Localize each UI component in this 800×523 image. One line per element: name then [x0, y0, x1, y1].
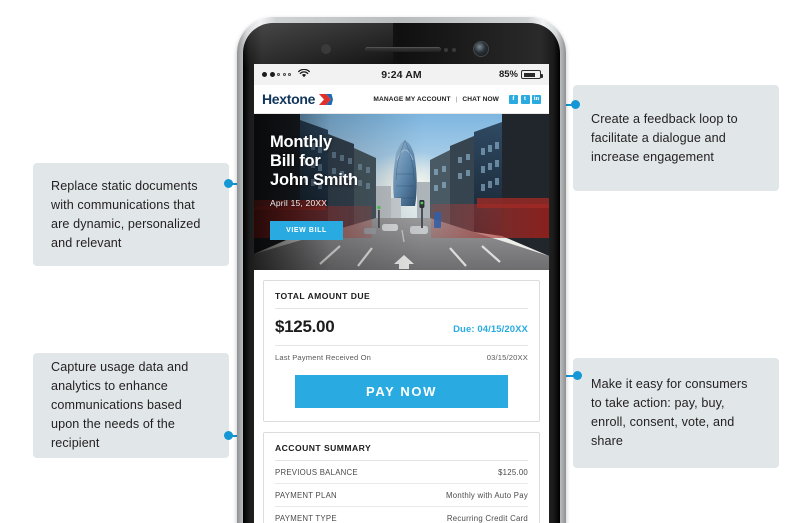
phone-screen: 9:24 AM 85% Hextone MANAGE MY ACCOUNT | …	[254, 64, 549, 523]
connector-dot-top-right	[571, 100, 580, 109]
row-label: PAYMENT TYPE	[275, 513, 337, 523]
nav-manage-my-account[interactable]: MANAGE MY ACCOUNT	[373, 96, 450, 103]
front-camera-icon	[473, 41, 489, 57]
logo-arrow-icon	[318, 93, 334, 106]
proximity-sensor-icon	[321, 44, 331, 54]
smartphone-mockup: 9:24 AM 85% Hextone MANAGE MY ACCOUNT | …	[237, 17, 566, 523]
battery-icon	[521, 70, 543, 79]
account-summary-rows: PREVIOUS BALANCE $125.00 PAYMENT PLAN Mo…	[275, 461, 528, 523]
last-payment-label: Last Payment Received On	[275, 353, 372, 362]
account-summary-title: ACCOUNT SUMMARY	[275, 443, 528, 461]
row-value: Monthly with Auto Pay	[446, 490, 528, 500]
callout-text: Capture usage data and analytics to enha…	[51, 360, 189, 450]
row-label: PREVIOUS BALANCE	[275, 467, 358, 477]
site-header: Hextone MANAGE MY ACCOUNT | CHAT NOW f t…	[254, 85, 549, 114]
callout-text: Make it easy for consumers to take actio…	[591, 377, 748, 448]
connector-dot-bottom-right	[573, 371, 582, 380]
callout-create-feedback-loop: Create a feedback loop to facilitate a d…	[573, 85, 779, 191]
due-date-label: Due: 04/15/20XX	[453, 324, 528, 335]
last-payment-date: 03/15/20XX	[486, 353, 528, 362]
status-bar: 9:24 AM 85%	[254, 64, 549, 85]
callout-make-it-easy: Make it easy for consumers to take actio…	[573, 358, 779, 468]
hero-title-line-1: Monthly	[270, 133, 332, 151]
table-row: PAYMENT PLAN Monthly with Auto Pay	[275, 484, 528, 507]
hextone-logo[interactable]: Hextone	[262, 91, 334, 107]
hero-date: April 15, 20XX	[270, 198, 328, 208]
twitter-icon[interactable]: t	[520, 94, 530, 104]
status-bar-clock: 9:24 AM	[381, 68, 422, 81]
row-value: $125.00	[498, 467, 528, 477]
microphone-dots-icon	[444, 48, 456, 52]
hero-banner: Monthly Bill for John Smith April 15, 20…	[254, 114, 549, 270]
total-amount-due-title: TOTAL AMOUNT DUE	[275, 291, 528, 309]
connector-dot-top-left	[224, 179, 233, 188]
row-value: Recurring Credit Card	[446, 513, 528, 523]
logo-wordmark: Hextone	[262, 91, 316, 107]
callout-text: Replace static documents with communicat…	[51, 178, 201, 250]
linkedin-icon[interactable]: in	[532, 94, 541, 104]
infographic-canvas: Replace static documents with communicat…	[0, 0, 800, 523]
header-nav: MANAGE MY ACCOUNT | CHAT NOW f t in	[373, 94, 541, 104]
nav-separator: |	[455, 95, 458, 103]
row-label: PAYMENT PLAN	[275, 490, 337, 500]
hero-title-line-3: John Smith	[270, 171, 358, 189]
earpiece-speaker-icon	[365, 47, 441, 52]
table-row: PREVIOUS BALANCE $125.00	[275, 461, 528, 484]
table-row: PAYMENT TYPE Recurring Credit Card	[275, 507, 528, 523]
pay-now-button[interactable]: PAY NOW	[295, 375, 508, 408]
amount-value: $125.00	[275, 317, 335, 336]
last-payment-row: Last Payment Received On 03/15/20XX	[275, 346, 528, 362]
amount-row: $125.00 Due: 04/15/20XX	[275, 309, 528, 346]
social-links: f t in	[509, 94, 541, 104]
hero-title-line-2: Bill for	[270, 152, 321, 170]
callout-capture-usage-data: Capture usage data and analytics to enha…	[33, 353, 229, 458]
view-bill-button[interactable]: VIEW BILL	[270, 221, 343, 240]
connector-dot-bottom-left	[224, 431, 233, 440]
hero-copy: Monthly Bill for John Smith April 15, 20…	[270, 133, 358, 240]
facebook-icon[interactable]: f	[509, 94, 518, 104]
account-summary-card: ACCOUNT SUMMARY PREVIOUS BALANCE $125.00…	[263, 432, 540, 523]
hero-title: Monthly Bill for John Smith	[270, 133, 358, 190]
callout-replace-static-documents: Replace static documents with communicat…	[33, 163, 229, 266]
callout-text: Create a feedback loop to facilitate a d…	[591, 111, 738, 164]
nav-chat-now[interactable]: CHAT NOW	[462, 96, 499, 103]
total-amount-due-card: TOTAL AMOUNT DUE $125.00 Due: 04/15/20XX…	[263, 280, 540, 422]
